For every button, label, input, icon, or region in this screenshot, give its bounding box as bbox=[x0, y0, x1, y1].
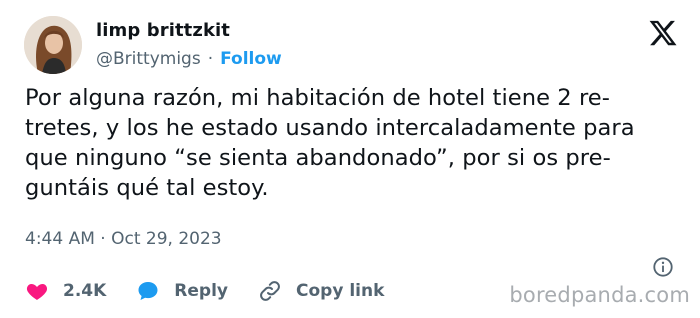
author-name[interactable]: limp brittzkit bbox=[96, 20, 230, 41]
tweet-text: Por alguna razón, mi habitación de hotel… bbox=[25, 83, 675, 203]
watermark: boredpanda.com bbox=[509, 283, 690, 307]
speech-bubble-icon bbox=[138, 282, 158, 300]
author-meta: @Brittymigs · Follow bbox=[96, 49, 282, 69]
tweet-text-line: tretes, y los he estado usando intercala… bbox=[25, 115, 635, 141]
like-button[interactable]: 2.4K bbox=[25, 279, 106, 303]
reply-label: Reply bbox=[174, 281, 228, 301]
like-count: 2.4K bbox=[63, 281, 107, 301]
tweet-text-line: guntáis qué tal estoy. bbox=[25, 175, 269, 201]
reply-button[interactable]: Reply bbox=[136, 279, 228, 303]
info-icon[interactable] bbox=[652, 256, 674, 278]
follow-button[interactable]: Follow bbox=[220, 49, 282, 69]
author-handle[interactable]: @Brittymigs bbox=[96, 49, 201, 69]
separator-dot: · bbox=[207, 49, 214, 69]
avatar[interactable] bbox=[24, 16, 82, 74]
copy-link-label: Copy link bbox=[296, 281, 385, 301]
timestamp[interactable]: 4:44 AM · Oct 29, 2023 bbox=[25, 229, 222, 249]
x-logo-icon[interactable] bbox=[648, 18, 678, 48]
link-icon bbox=[260, 281, 280, 301]
tweet-text-line: que ninguno “se sienta abandonado”, por … bbox=[25, 145, 611, 171]
avatar-image bbox=[24, 16, 82, 74]
tweet-text-line: Por alguna razón, mi habitación de hotel… bbox=[25, 85, 610, 111]
tweet-card: limp brittzkit @Brittymigs · Follow Por … bbox=[0, 0, 700, 318]
copy-link-button[interactable]: Copy link bbox=[258, 279, 384, 303]
action-bar: 2.4K Reply Copy link bbox=[25, 276, 414, 306]
heart-icon bbox=[26, 284, 48, 300]
